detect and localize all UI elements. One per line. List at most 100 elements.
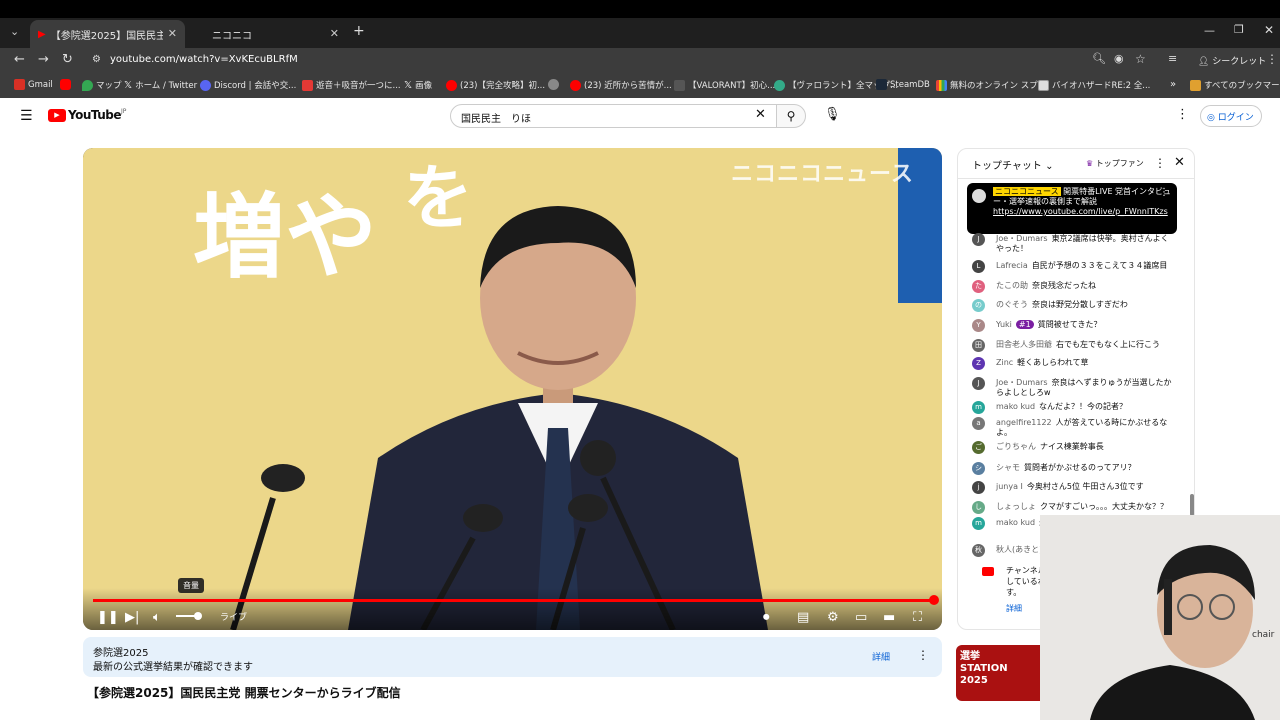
- incognito-badge[interactable]: 👤︎ シークレット: [1198, 54, 1266, 67]
- chat-author[interactable]: Yuki: [996, 320, 1012, 329]
- live-label[interactable]: ライブ: [220, 610, 247, 623]
- volume-icon[interactable]: 🔈︎: [153, 610, 161, 625]
- chat-author[interactable]: シャモ: [996, 463, 1020, 472]
- pinned-menu-icon[interactable]: ⋮: [1159, 188, 1169, 198]
- reload-icon[interactable]: ↻: [62, 52, 73, 67]
- banner-details-link[interactable]: 詳細: [872, 650, 890, 663]
- theater-mode-icon[interactable]: ▬: [883, 610, 895, 625]
- chat-author[interactable]: Lafrecia: [996, 261, 1028, 270]
- chat-avatar[interactable]: Y: [972, 319, 985, 332]
- bookmark-youtube[interactable]: [60, 79, 71, 90]
- bookmark-steamdb[interactable]: SteamDB: [876, 79, 930, 90]
- site-info-icon[interactable]: ⚙: [92, 54, 101, 65]
- top-fan-badge[interactable]: ♛ トップファン: [1086, 158, 1144, 169]
- search-input[interactable]: 国民民主 りほ: [450, 104, 777, 128]
- fullscreen-icon[interactable]: ⛶: [913, 610, 922, 625]
- bookmark-resident-evil[interactable]: バイオハザードRE:2 全...: [1038, 79, 1150, 91]
- bookmark-gmail[interactable]: Gmail: [14, 79, 53, 90]
- settings-gear-icon[interactable]: ⚙: [827, 610, 839, 625]
- related-video-thumbnail[interactable]: 選挙STATION 2025: [956, 645, 1046, 701]
- youtube-logo[interactable]: ▶ YouTube JP: [48, 108, 126, 122]
- close-window-icon[interactable]: ✕: [1264, 23, 1274, 37]
- clear-search-icon[interactable]: ✕: [755, 107, 766, 122]
- tab-youtube[interactable]: ▶ 【参院選2025】国民民主党 開 ✕: [30, 20, 185, 48]
- forward-icon[interactable]: →: [38, 52, 49, 67]
- minimize-icon[interactable]: —: [1204, 24, 1215, 37]
- tab-niconico[interactable]: ニコニコ ✕: [192, 20, 347, 48]
- chat-avatar[interactable]: J: [972, 377, 985, 390]
- bookmark-images[interactable]: 𝕏 画像: [404, 79, 432, 92]
- url-field[interactable]: youtube.com/watch?v=XvKEcuBLRfM: [110, 54, 298, 65]
- bookmark-twitter[interactable]: 𝕏 ホーム / Twitter: [124, 79, 197, 92]
- chat-menu-icon[interactable]: ⋮: [1154, 156, 1166, 170]
- bookmark-complaint[interactable]: [548, 79, 559, 90]
- chat-author[interactable]: junya I: [996, 482, 1023, 491]
- tab-search-icon[interactable]: ⌄: [10, 25, 19, 38]
- chat-author[interactable]: Zinc: [996, 358, 1013, 367]
- chat-avatar[interactable]: し: [972, 501, 985, 514]
- close-chat-icon[interactable]: ✕: [1174, 155, 1185, 170]
- menu-icon[interactable]: ⋮: [1266, 52, 1278, 66]
- bookmark-valorant[interactable]: 【VALORANT】初心...: [674, 79, 775, 91]
- chat-avatar[interactable]: の: [972, 299, 985, 312]
- chat-avatar[interactable]: m: [972, 401, 985, 414]
- chat-avatar[interactable]: 田: [972, 339, 985, 352]
- login-button[interactable]: ◎ ログイン: [1200, 105, 1262, 127]
- settings-menu-icon[interactable]: ⋮: [1176, 107, 1189, 122]
- chat-author[interactable]: たこの助: [996, 281, 1028, 290]
- close-tab-icon[interactable]: ✕: [330, 27, 339, 40]
- restore-icon[interactable]: ❐: [1234, 23, 1244, 36]
- chat-author[interactable]: のぐそう: [996, 300, 1028, 309]
- chat-avatar[interactable]: ご: [972, 441, 985, 454]
- chat-author[interactable]: mako kud: [996, 402, 1035, 411]
- bookmark-maps[interactable]: マップ: [82, 79, 122, 91]
- banner-menu-icon[interactable]: ⋮: [917, 648, 929, 662]
- chat-avatar[interactable]: m: [972, 517, 985, 530]
- media-icon[interactable]: ≡: [1168, 52, 1177, 65]
- search-button[interactable]: ⚲: [776, 104, 806, 128]
- chat-author[interactable]: angelfire1122: [996, 418, 1052, 427]
- channel-details-link[interactable]: 詳細: [1006, 603, 1022, 614]
- bookmark-discord[interactable]: Discord | 会話や交...: [200, 79, 296, 91]
- back-icon[interactable]: ←: [14, 52, 25, 67]
- bookmark-sound[interactable]: 遊音＋吸音が一つに...: [302, 79, 401, 91]
- new-tab-icon[interactable]: +: [353, 23, 365, 39]
- close-tab-icon[interactable]: ✕: [168, 27, 177, 40]
- chat-avatar[interactable]: j: [972, 481, 985, 494]
- pause-icon[interactable]: ❚❚: [97, 610, 119, 625]
- all-bookmarks[interactable]: すべてのブックマーク: [1190, 79, 1280, 91]
- video-player[interactable]: を 増や ニコニコニュース 音量 ❚❚ ▶| 🔈︎ ライブ ⏺ ▤ ⚙ ▭ ▬ …: [83, 148, 942, 630]
- bookmark-neighbor[interactable]: (23) 近所から苦情が...: [570, 79, 672, 91]
- progress-bar[interactable]: [93, 599, 935, 602]
- zoom-icon[interactable]: 🔍︎: [1092, 52, 1106, 65]
- chat-author[interactable]: mako kud: [996, 518, 1035, 527]
- miniplayer-icon[interactable]: ▭: [855, 610, 867, 625]
- bookmark-spreadsheet[interactable]: 無料のオンライン スプ...: [936, 79, 1046, 91]
- chat-author[interactable]: Joe・Dumars: [996, 378, 1048, 387]
- chat-mode-dropdown[interactable]: トップチャット ⌄: [972, 157, 1053, 172]
- subtitles-icon[interactable]: ▤: [797, 610, 809, 625]
- star-icon[interactable]: ☆: [1135, 52, 1146, 66]
- progress-scrubber[interactable]: [929, 595, 939, 605]
- chat-avatar[interactable]: シ: [972, 462, 985, 475]
- chat-avatar[interactable]: 秋: [972, 544, 985, 557]
- chat-avatar[interactable]: a: [972, 417, 985, 430]
- chat-scrollbar[interactable]: [1190, 494, 1194, 516]
- hamburger-menu-icon[interactable]: ☰: [20, 108, 33, 124]
- eye-off-icon[interactable]: ◉: [1114, 52, 1124, 65]
- autoplay-toggle-icon[interactable]: ⏺: [763, 610, 770, 625]
- chat-avatar[interactable]: J: [972, 233, 985, 246]
- chat-author[interactable]: Joe・Dumars: [996, 234, 1048, 243]
- more-bookmarks-icon[interactable]: »: [1170, 79, 1176, 90]
- next-icon[interactable]: ▶|: [125, 610, 139, 625]
- chat-avatar[interactable]: Z: [972, 357, 985, 370]
- chat-author[interactable]: ごりちゃん: [996, 442, 1036, 451]
- chat-avatar[interactable]: た: [972, 280, 985, 293]
- microphone-icon[interactable]: 🎙︎: [824, 107, 841, 122]
- chat-author[interactable]: 秋人(あきと): [996, 545, 1042, 554]
- chat-author[interactable]: 田舎老人多田爺: [996, 340, 1052, 349]
- chat-avatar[interactable]: L: [972, 260, 985, 273]
- bookmark-guide[interactable]: (23)【完全攻略】初...: [446, 79, 545, 91]
- chat-author[interactable]: しょっしょ: [996, 502, 1036, 511]
- volume-handle[interactable]: [194, 612, 202, 620]
